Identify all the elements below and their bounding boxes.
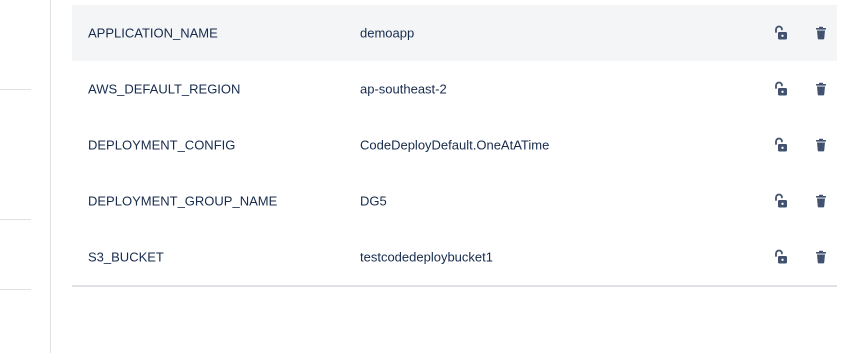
variable-value: DG5	[360, 193, 387, 209]
trash-icon[interactable]	[811, 135, 831, 155]
variable-key: DEPLOYMENT_CONFIG	[88, 137, 236, 153]
variable-key: S3_BUCKET	[88, 249, 164, 265]
trash-icon[interactable]	[811, 191, 831, 211]
unlocked-padlock-icon[interactable]	[770, 135, 790, 155]
page: APPLICATION_NAME demoapp AWS_DEFAULT_REG…	[0, 0, 842, 353]
variable-value: ap-southeast-2	[360, 81, 447, 97]
trash-icon[interactable]	[811, 247, 831, 267]
sidebar-divider	[0, 89, 31, 90]
variable-key: DEPLOYMENT_GROUP_NAME	[88, 193, 278, 209]
variable-row: DEPLOYMENT_CONFIG CodeDeployDefault.OneA…	[72, 117, 837, 173]
unlocked-padlock-icon[interactable]	[770, 247, 790, 267]
unlocked-padlock-icon[interactable]	[770, 23, 790, 43]
variable-key: APPLICATION_NAME	[88, 25, 218, 41]
variable-value: demoapp	[360, 25, 415, 41]
variable-row: DEPLOYMENT_GROUP_NAME DG5	[72, 173, 837, 229]
sidebar	[0, 0, 51, 353]
variables-table: APPLICATION_NAME demoapp AWS_DEFAULT_REG…	[72, 5, 837, 287]
trash-icon[interactable]	[811, 79, 831, 99]
variable-row: APPLICATION_NAME demoapp	[72, 5, 837, 61]
variable-key: AWS_DEFAULT_REGION	[88, 81, 241, 97]
variable-row: AWS_DEFAULT_REGION ap-southeast-2	[72, 61, 837, 117]
sidebar-divider	[0, 219, 31, 220]
unlocked-padlock-icon[interactable]	[770, 79, 790, 99]
trash-icon[interactable]	[811, 23, 831, 43]
unlocked-padlock-icon[interactable]	[770, 191, 790, 211]
sidebar-divider	[0, 289, 31, 290]
variable-value: testcodedeploybucket1	[360, 249, 493, 265]
variable-value: CodeDeployDefault.OneAtATime	[360, 137, 550, 153]
variable-row: S3_BUCKET testcodedeploybucket1	[72, 229, 837, 285]
